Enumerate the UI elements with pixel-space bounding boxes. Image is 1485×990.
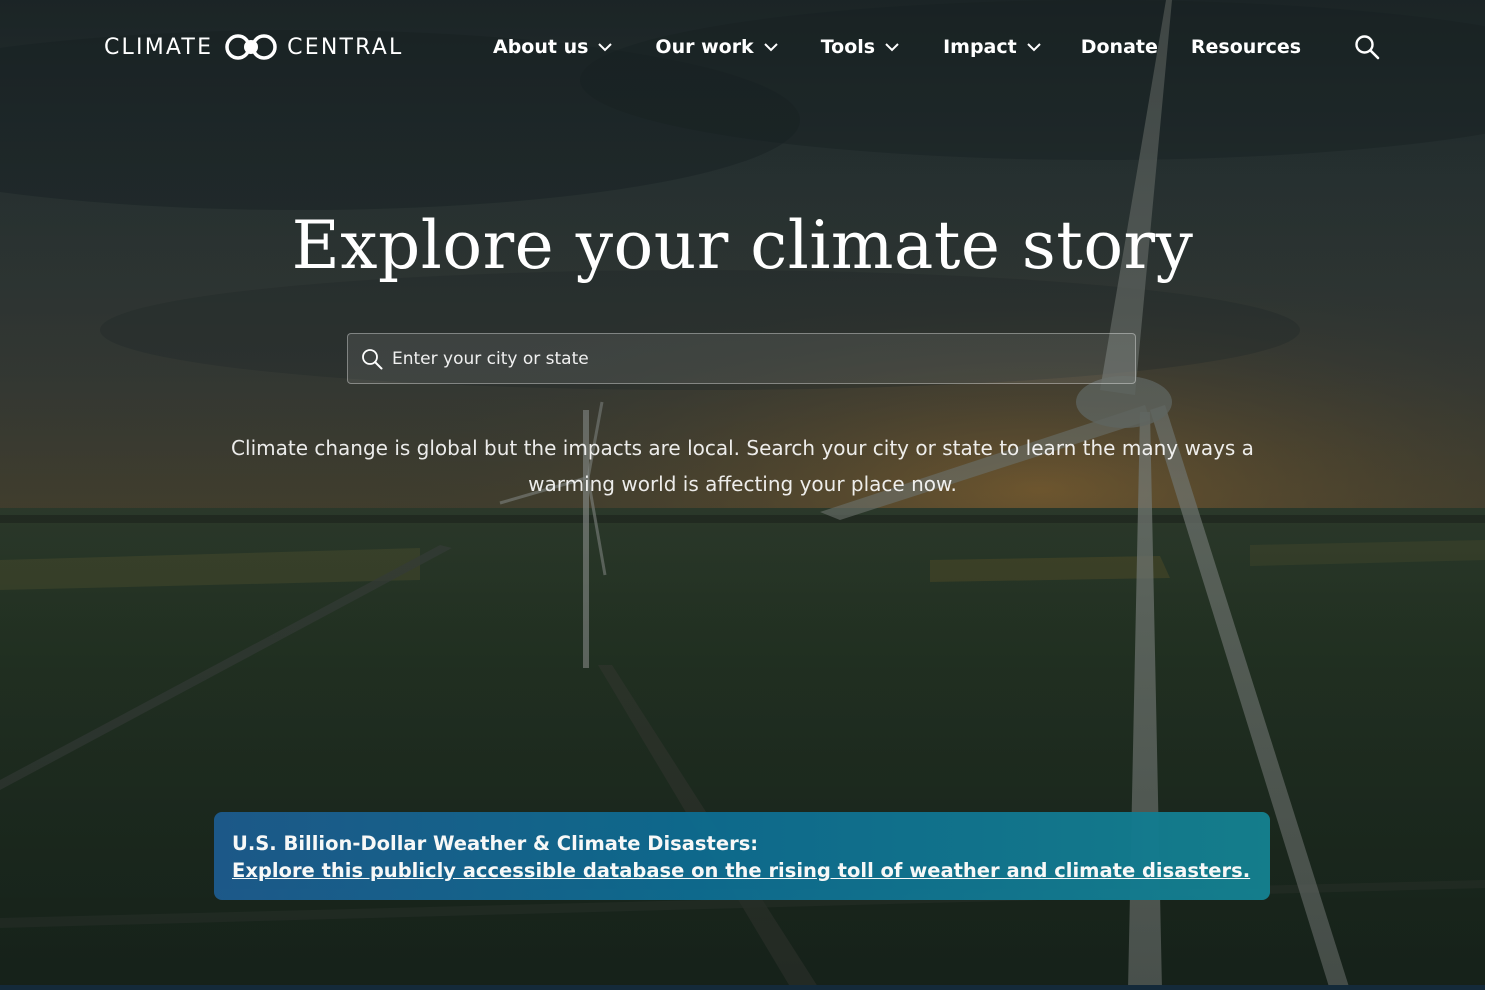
nav-item-impact[interactable]: Impact [943,36,1041,58]
nav-menu: About us Our work Tools Impact Donate Re… [493,32,1301,62]
hero-section: CLIMATE CENTRAL About us Our work Tools [0,0,1485,990]
nav-item-label: Our work [655,36,754,58]
chevron-down-icon [1027,43,1041,52]
nav-item-label: About us [493,36,589,58]
top-navigation: CLIMATE CENTRAL About us Our work Tools [0,0,1485,94]
logo-text-right: CENTRAL [287,34,404,60]
nav-item-donate[interactable]: Donate [1081,36,1158,58]
nav-item-tools[interactable]: Tools [821,36,899,58]
nav-item-label: Donate [1080,36,1158,58]
banner-title: U.S. Billion-Dollar Weather & Climate Di… [232,832,759,855]
nav-item-label: Tools [820,36,876,58]
banner-database-link[interactable]: Explore this publicly accessible databas… [232,857,1252,884]
chevron-down-icon [598,43,613,52]
nav-item-our-work[interactable]: Our work [655,36,778,58]
nav-item-about-us[interactable]: About us [493,36,613,58]
location-search-box [347,333,1136,384]
hero-headline: Explore your climate story [291,207,1194,284]
logo-text-left: CLIMATE [104,34,214,60]
climate-central-logo[interactable]: CLIMATE CENTRAL [104,31,403,63]
nav-item-resources[interactable]: Resources [1191,36,1301,58]
nav-item-label: Impact [943,36,1017,58]
page-bottom-edge [0,985,1485,990]
nav-item-label: Resources [1190,36,1302,58]
search-icon [362,349,383,370]
hero-description: Climate change is global but the impacts… [231,436,1254,496]
logo-mark-icon [225,34,277,60]
search-icon[interactable] [1354,34,1380,60]
chevron-down-icon [763,43,778,52]
city-or-state-input[interactable] [392,334,1122,383]
disasters-database-banner: U.S. Billion-Dollar Weather & Climate Di… [214,812,1270,900]
chevron-down-icon [885,43,899,52]
